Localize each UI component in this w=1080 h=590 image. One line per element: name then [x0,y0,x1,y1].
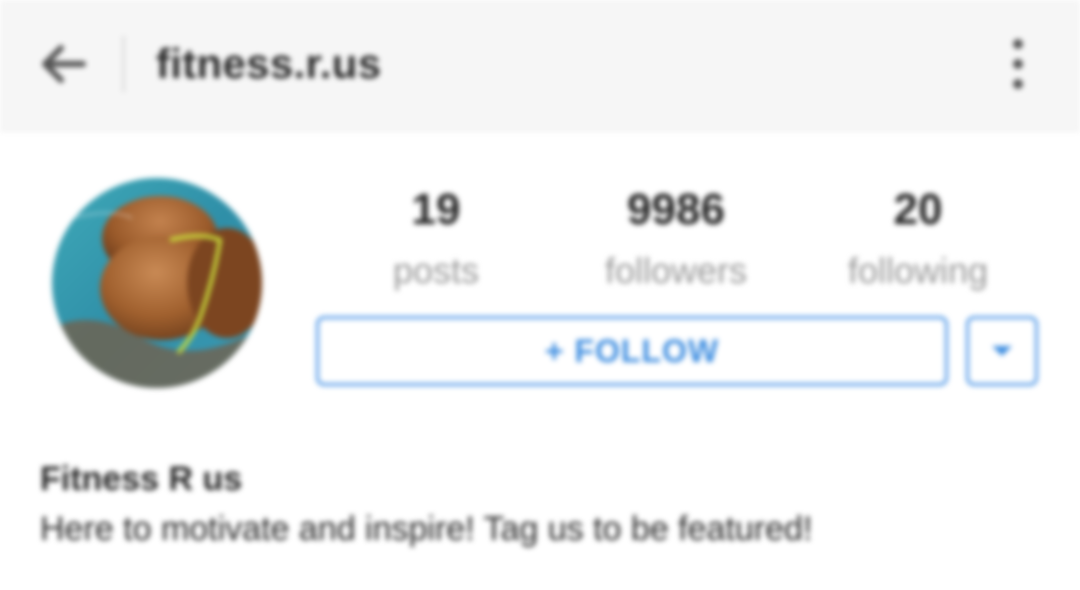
posts-label: posts [392,250,480,291]
bio-description: Here to motivate and inspire! Tag us to … [40,510,813,548]
top-app-bar: fitness.r.us [0,0,1080,131]
stat-following[interactable]: 20 following [808,180,1028,296]
profile-screen: fitness.r.us 19 posts 9986 followers 20 … [0,0,1080,590]
stat-followers[interactable]: 9986 followers [566,180,786,296]
profile-photo [52,178,262,388]
following-label: following [847,250,989,291]
suggestions-dropdown-button[interactable] [966,316,1038,386]
header-divider [122,36,125,92]
profile-username: fitness.r.us [156,40,382,87]
more-vertical-icon [1013,39,1023,89]
following-count: 20 [893,185,943,234]
arrow-left-icon [42,45,86,83]
more-options-button[interactable] [996,32,1040,96]
follow-button-label: + FOLLOW [544,332,720,369]
follow-button[interactable]: + FOLLOW [316,316,948,386]
bio-display-name: Fitness R us [40,460,243,498]
back-button[interactable] [30,32,94,96]
caret-down-icon [992,346,1012,356]
posts-count: 19 [411,185,461,234]
followers-count: 9986 [627,185,725,234]
avatar[interactable] [52,178,262,388]
followers-label: followers [604,250,748,291]
stat-posts[interactable]: 19 posts [326,180,546,296]
